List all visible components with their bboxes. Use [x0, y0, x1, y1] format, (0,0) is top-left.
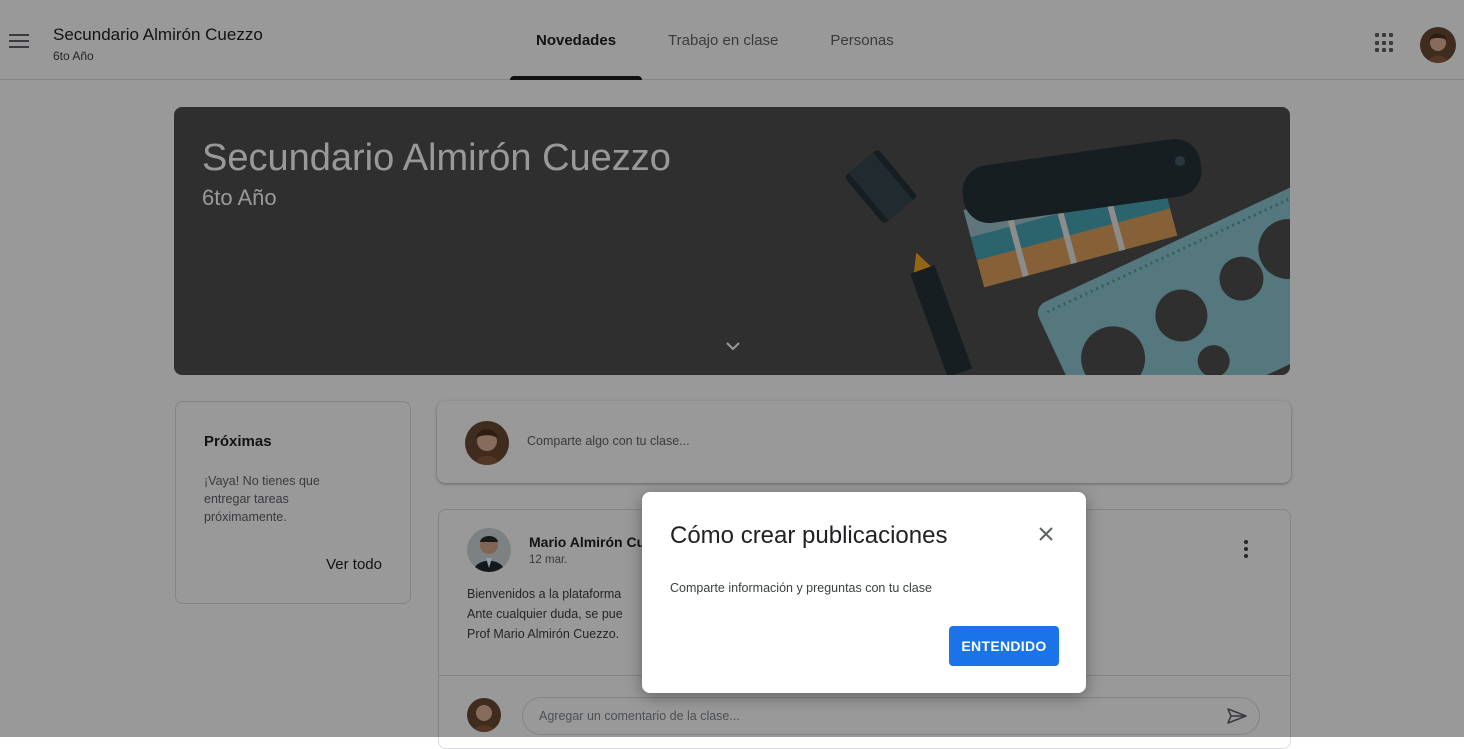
create-posts-dialog: Cómo crear publicaciones Comparte inform… [642, 492, 1086, 693]
top-app-bar: Secundario Almirón Cuezzo 6to Año Noveda… [0, 0, 1464, 80]
share-with-class-box[interactable]: Comparte algo con tu clase... [437, 401, 1291, 483]
apps-grid-icon[interactable] [1375, 33, 1395, 53]
post-line: Prof Mario Almirón Cuezzo. [467, 627, 620, 641]
post-body: Bienvenidos a la plataforma Ante cualqui… [467, 584, 623, 644]
hamburger-menu-icon[interactable] [9, 34, 29, 48]
class-tabs: Novedades Trabajo en clase Personas [510, 0, 920, 80]
upcoming-card: Próximas ¡Vaya! No tienes que entregar t… [175, 401, 411, 604]
send-icon[interactable] [1226, 707, 1248, 725]
upcoming-title: Próximas [204, 433, 272, 450]
dialog-title: Cómo crear publicaciones [670, 522, 948, 549]
user-avatar [465, 421, 509, 465]
banner-title: Secundario Almirón Cuezzo [202, 137, 671, 179]
post-date: 12 mar. [529, 554, 568, 566]
banner-subtitle: 6to Año [202, 185, 277, 210]
class-banner: Secundario Almirón Cuezzo 6to Año [174, 107, 1290, 375]
class-section: 6to Año [53, 49, 94, 63]
view-all-link[interactable]: Ver todo [326, 556, 382, 573]
author-avatar [467, 528, 511, 572]
close-icon[interactable] [1038, 526, 1054, 542]
upcoming-message: ¡Vaya! No tienes que entregar tareas pró… [204, 474, 320, 524]
tab-personas[interactable]: Personas [804, 0, 919, 80]
class-title[interactable]: Secundario Almirón Cuezzo [53, 25, 263, 45]
tab-trabajo-en-clase[interactable]: Trabajo en clase [642, 0, 804, 80]
commenter-avatar [467, 698, 501, 732]
dialog-message: Comparte información y preguntas con tu … [670, 581, 932, 595]
comment-input[interactable] [523, 698, 1179, 734]
more-options-icon[interactable] [1244, 540, 1248, 560]
account-avatar[interactable] [1420, 27, 1456, 63]
class-comment-field[interactable] [522, 697, 1260, 735]
tab-novedades[interactable]: Novedades [510, 0, 643, 80]
chevron-down-icon[interactable] [723, 339, 743, 353]
share-placeholder: Comparte algo con tu clase... [527, 434, 690, 448]
design-tools-illustration [845, 138, 1290, 375]
post-line: Ante cualquier duda, se pue [467, 607, 623, 621]
post-line: Bienvenidos a la plataforma [467, 587, 622, 601]
got-it-button[interactable]: ENTENDIDO [949, 626, 1059, 666]
